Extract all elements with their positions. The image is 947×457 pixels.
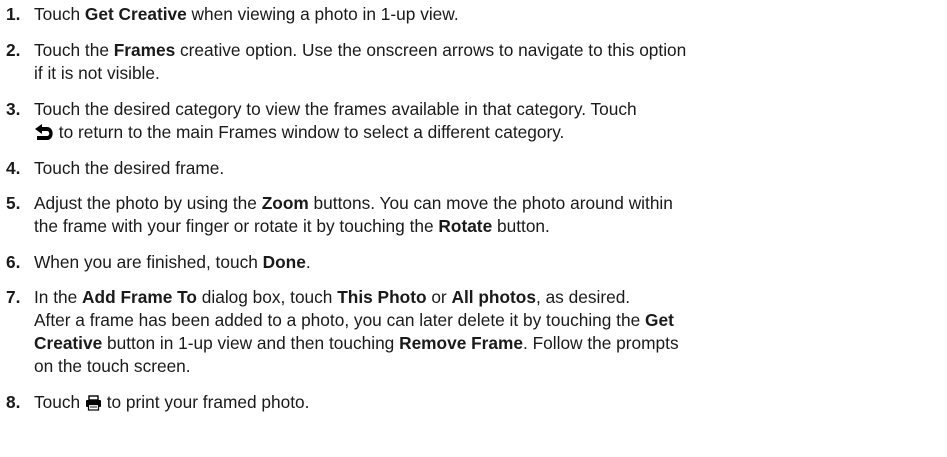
step-7: 7. In the Add Frame To dialog box, touch … [6, 287, 631, 307]
step-6: 6. When you are finished, touch Done. [6, 252, 311, 272]
step-4: 4. Touch the desired frame. [6, 158, 225, 178]
instruction-list: 1. Touch Get Creative when viewing a phot… [0, 0, 947, 457]
step-5-continued: the frame with your finger or rotate it … [34, 216, 550, 236]
step-2: 2. Touch the Frames creative option. Use … [6, 40, 687, 60]
back-arrow-icon [35, 124, 53, 140]
step-number: 2. [6, 40, 21, 60]
step-number: 8. [6, 392, 21, 412]
step-7-note-line-3: on the touch screen. [34, 356, 191, 376]
step-7-note-line-2: Creative button in 1-up view and then to… [34, 333, 679, 353]
step-number: 3. [6, 99, 21, 119]
step-3: 3. Touch the desired category to view the… [6, 99, 637, 119]
step-number: 4. [6, 158, 21, 178]
step-number: 5. [6, 193, 21, 213]
step-5: 5. Adjust the photo by using the Zoom but… [6, 193, 673, 213]
step-7-note-line-1: After a frame has been added to a photo,… [34, 310, 674, 330]
step-number: 7. [6, 287, 21, 307]
step-number: 6. [6, 252, 21, 272]
step-2-continued: if it is not visible. [34, 63, 160, 83]
step-1: 1. Touch Get Creative when viewing a phot… [6, 4, 459, 24]
step-3-continued: to return to the main Frames window to s… [34, 122, 564, 142]
print-icon [85, 395, 101, 411]
step-number: 1. [6, 4, 21, 24]
step-8: 8. Touch to print your framed photo. [6, 392, 310, 412]
